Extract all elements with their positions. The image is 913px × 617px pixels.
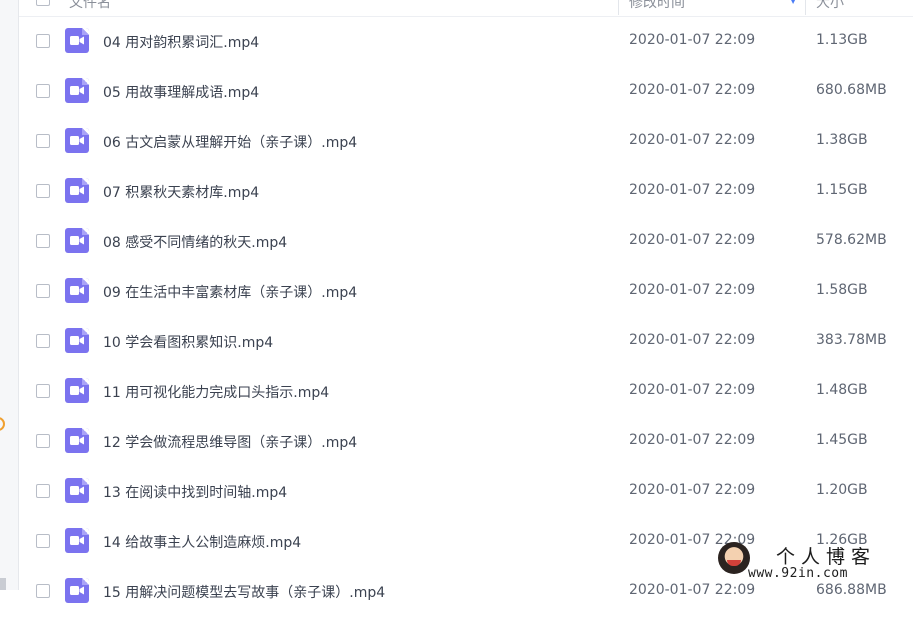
file-size: 1.13GB [816,32,868,48]
video-file-icon [65,578,89,603]
video-file-icon [65,478,89,503]
file-row[interactable]: 08 感受不同情绪的秋天.mp4 2020-01-07 22:09 578.62MB [19,217,913,267]
video-file-icon [65,28,89,53]
file-modified-time: 2020-01-07 22:09 [629,582,756,598]
file-list: 04 用对韵积累词汇.mp4 2020-01-07 22:09 1.13GB 05 用… [19,17,913,617]
file-size: 1.38GB [816,132,868,148]
row-checkbox[interactable] [36,234,50,248]
file-modified-time: 2020-01-07 22:09 [629,232,756,248]
file-name-link[interactable]: 07 积累秋天素材库.mp4 [103,182,259,202]
column-divider [618,0,619,15]
row-checkbox[interactable] [36,534,50,548]
video-file-icon [65,528,89,553]
camera-glyph-icon [70,336,84,345]
file-name-link[interactable]: 05 用故事理解成语.mp4 [103,82,259,102]
camera-glyph-icon [70,136,84,145]
row-checkbox[interactable] [36,434,50,448]
video-file-icon [65,328,89,353]
camera-glyph-icon [70,286,84,295]
select-all-checkbox[interactable] [36,0,50,6]
file-size: 1.20GB [816,482,868,498]
file-size: 686.88MB [816,582,887,598]
row-checkbox[interactable] [36,484,50,498]
row-checkbox[interactable] [36,34,50,48]
row-checkbox[interactable] [36,334,50,348]
file-modified-time: 2020-01-07 22:09 [629,332,756,348]
camera-glyph-icon [70,236,84,245]
video-file-icon [65,178,89,203]
camera-glyph-icon [70,86,84,95]
file-modified-time: 2020-01-07 22:09 [629,282,756,298]
file-name-link[interactable]: 10 学会看图积累知识.mp4 [103,332,273,352]
file-modified-time: 2020-01-07 22:09 [629,482,756,498]
row-checkbox[interactable] [36,284,50,298]
file-name-link[interactable]: 15 用解决问题模型去写故事（亲子课）.mp4 [103,582,385,602]
file-size: 383.78MB [816,332,887,348]
file-name-link[interactable]: 04 用对韵积累词汇.mp4 [103,32,259,52]
row-checkbox[interactable] [36,134,50,148]
row-checkbox[interactable] [36,84,50,98]
file-size: 1.45GB [816,432,868,448]
watermark: 个人博客 www.92in.com [718,542,903,584]
file-row[interactable]: 11 用可视化能力完成口头指示.mp4 2020-01-07 22:09 1.48G… [19,367,913,417]
camera-glyph-icon [70,386,84,395]
camera-glyph-icon [70,36,84,45]
file-row[interactable]: 12 学会做流程思维导图（亲子课）.mp4 2020-01-07 22:09 1.4… [19,417,913,467]
video-file-icon [65,228,89,253]
video-file-icon [65,278,89,303]
camera-glyph-icon [70,486,84,495]
file-name-link[interactable]: 13 在阅读中找到时间轴.mp4 [103,482,287,502]
file-modified-time: 2020-01-07 22:09 [629,32,756,48]
camera-glyph-icon [70,536,84,545]
file-name-link[interactable]: 08 感受不同情绪的秋天.mp4 [103,232,287,252]
file-size: 1.15GB [816,182,868,198]
camera-glyph-icon [70,436,84,445]
video-file-icon [65,78,89,103]
video-file-icon [65,428,89,453]
file-row[interactable]: 05 用故事理解成语.mp4 2020-01-07 22:09 680.68MB [19,67,913,117]
left-panel-edge [0,0,19,590]
file-name-link[interactable]: 09 在生活中丰富素材库（亲子课）.mp4 [103,282,357,302]
file-modified-time: 2020-01-07 22:09 [629,132,756,148]
row-checkbox[interactable] [36,184,50,198]
column-header-size[interactable]: 大小 [816,0,844,12]
file-size: 578.62MB [816,232,887,248]
row-checkbox[interactable] [36,384,50,398]
file-list-header: 文件名 修改时间 ▼ 大小 [19,0,913,17]
row-checkbox[interactable] [36,584,50,598]
file-modified-time: 2020-01-07 22:09 [629,82,756,98]
file-row[interactable]: 09 在生活中丰富素材库（亲子课）.mp4 2020-01-07 22:09 1.5… [19,267,913,317]
file-name-link[interactable]: 12 学会做流程思维导图（亲子课）.mp4 [103,432,357,452]
sort-desc-icon[interactable]: ▼ [790,0,796,5]
watermark-title: 个人博客 [776,546,877,568]
camera-glyph-icon [70,586,84,595]
file-row[interactable]: 10 学会看图积累知识.mp4 2020-01-07 22:09 383.78MB [19,317,913,367]
left-panel-marker [0,578,6,590]
file-name-link[interactable]: 06 古文启蒙从理解开始（亲子课）.mp4 [103,132,357,152]
file-name-link[interactable]: 14 给故事主人公制造麻烦.mp4 [103,532,301,552]
file-modified-time: 2020-01-07 22:09 [629,382,756,398]
file-row[interactable]: 07 积累秋天素材库.mp4 2020-01-07 22:09 1.15GB [19,167,913,217]
file-modified-time: 2020-01-07 22:09 [629,432,756,448]
file-row[interactable]: 06 古文启蒙从理解开始（亲子课）.mp4 2020-01-07 22:09 1.3… [19,117,913,167]
camera-glyph-icon [70,186,84,195]
file-size: 1.48GB [816,382,868,398]
column-header-name[interactable]: 文件名 [69,0,111,12]
watermark-avatar-icon [718,542,750,574]
watermark-url: www.92in.com [748,566,848,581]
file-size: 1.58GB [816,282,868,298]
video-file-icon [65,378,89,403]
file-name-link[interactable]: 11 用可视化能力完成口头指示.mp4 [103,382,329,402]
file-row[interactable]: 04 用对韵积累词汇.mp4 2020-01-07 22:09 1.13GB [19,17,913,67]
column-divider [805,0,806,15]
file-modified-time: 2020-01-07 22:09 [629,182,756,198]
file-size: 680.68MB [816,82,887,98]
column-header-time[interactable]: 修改时间 [629,0,685,12]
video-file-icon [65,128,89,153]
file-row[interactable]: 13 在阅读中找到时间轴.mp4 2020-01-07 22:09 1.20GB [19,467,913,517]
